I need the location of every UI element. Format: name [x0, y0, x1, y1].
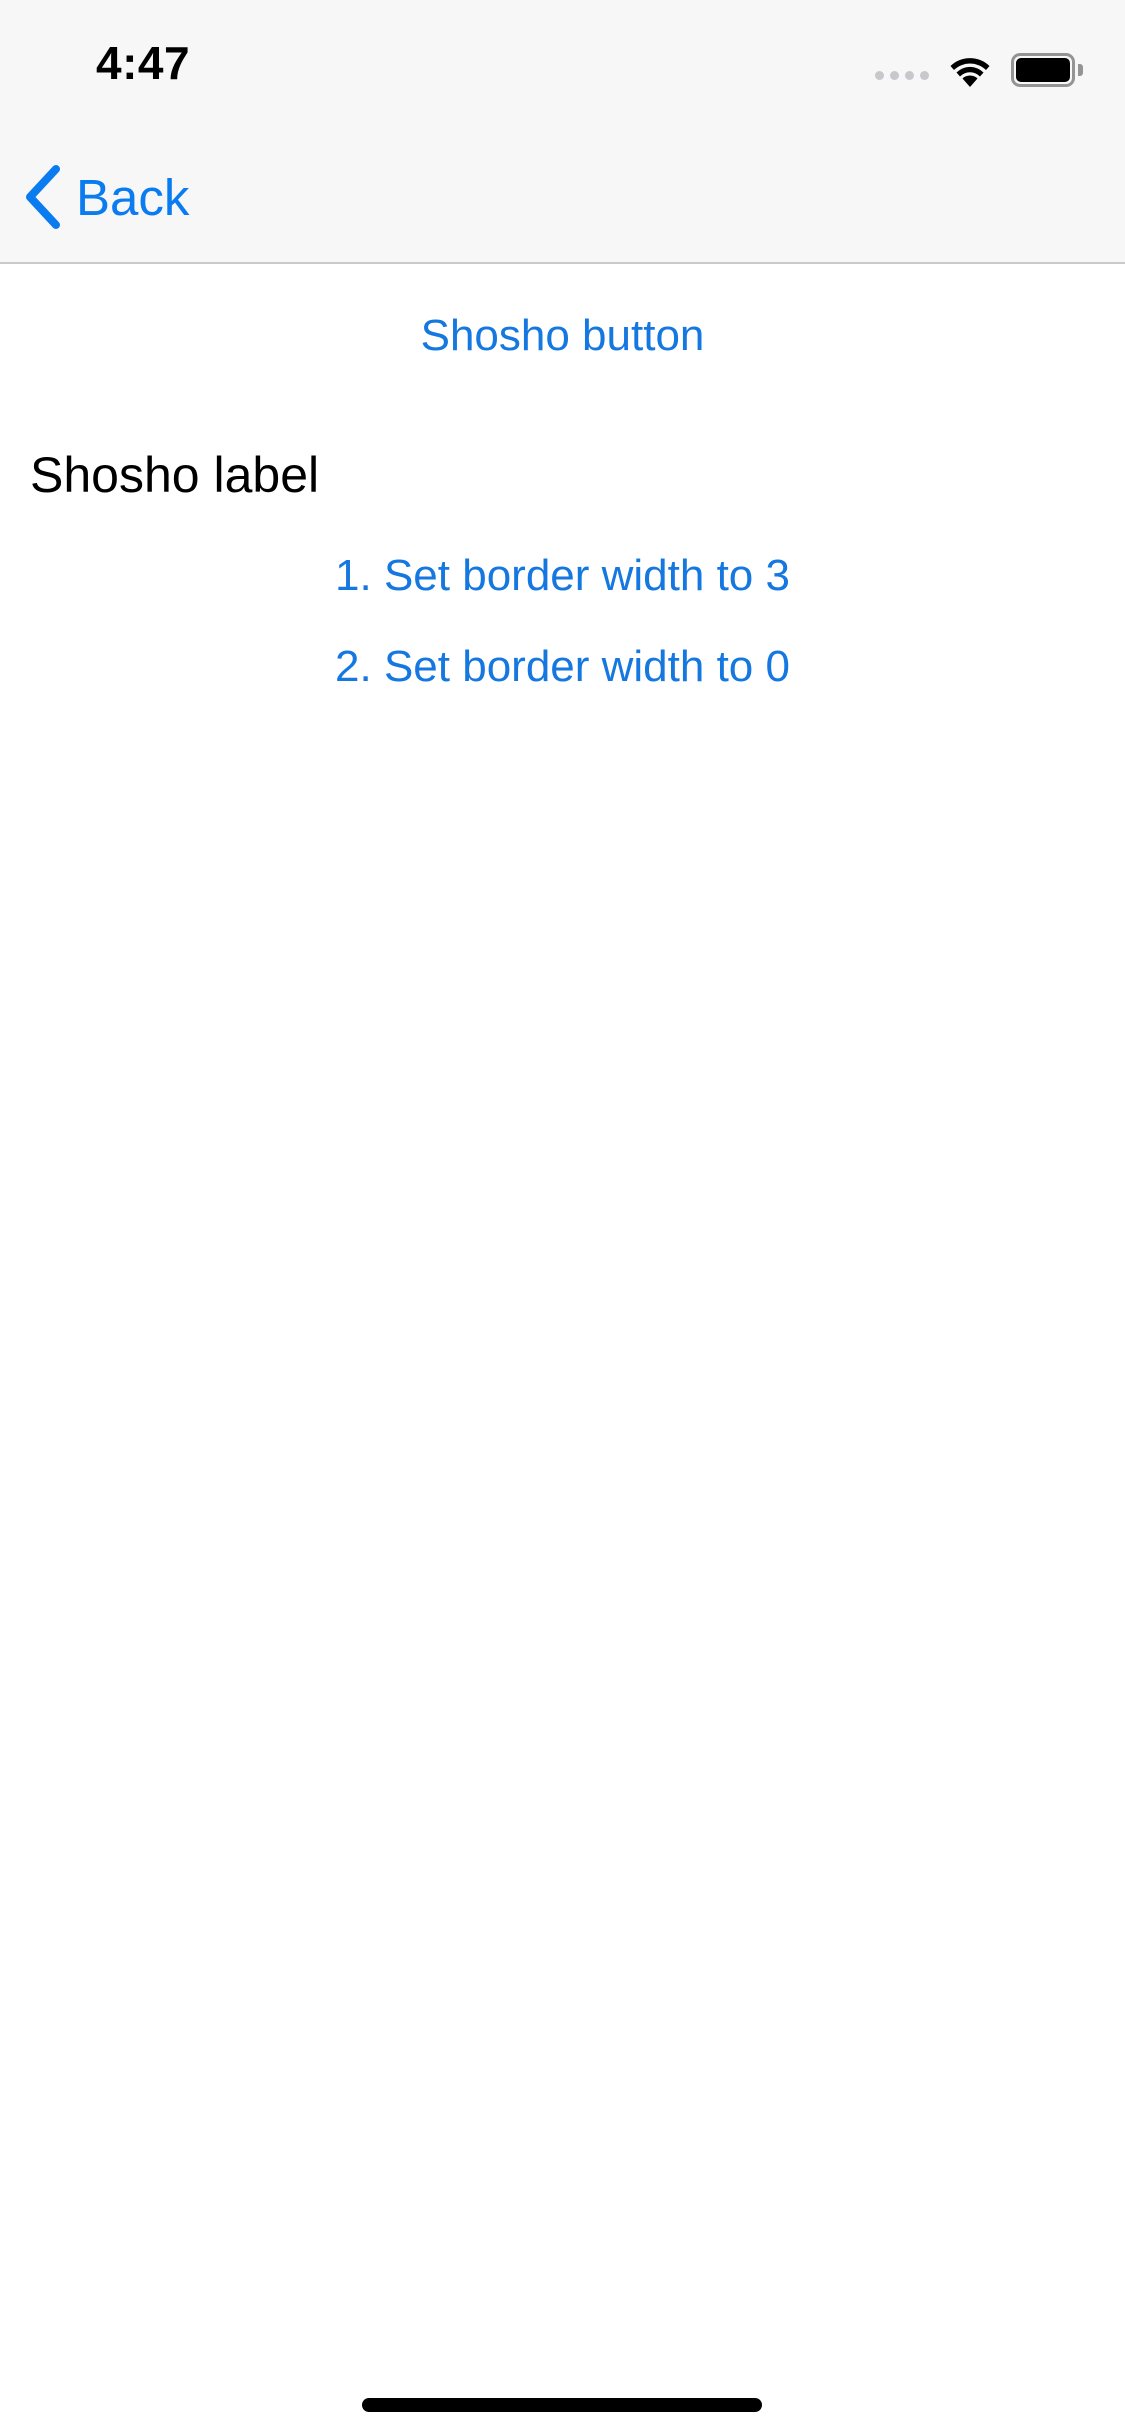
status-bar-icons	[875, 48, 1083, 92]
shosho-button[interactable]: Shosho button	[0, 311, 1125, 361]
wifi-icon	[950, 58, 990, 87]
set-border-width-0-button[interactable]: 2. Set border width to 0	[0, 642, 1125, 692]
app-screen: 4:47 Back Shosho button Shosho label 1. …	[0, 0, 1125, 2436]
chevron-left-icon	[26, 165, 60, 229]
navigation-bar: 4:47 Back	[0, 0, 1125, 264]
signal-dots-icon	[875, 48, 929, 92]
back-button[interactable]: Back	[22, 162, 189, 232]
back-button-label: Back	[76, 168, 190, 226]
set-border-width-3-button[interactable]: 1. Set border width to 3	[0, 551, 1125, 601]
home-indicator[interactable]	[362, 2398, 762, 2412]
battery-icon	[1011, 53, 1083, 87]
status-bar-time: 4:47	[96, 37, 191, 89]
shosho-label: Shosho label	[30, 447, 320, 503]
